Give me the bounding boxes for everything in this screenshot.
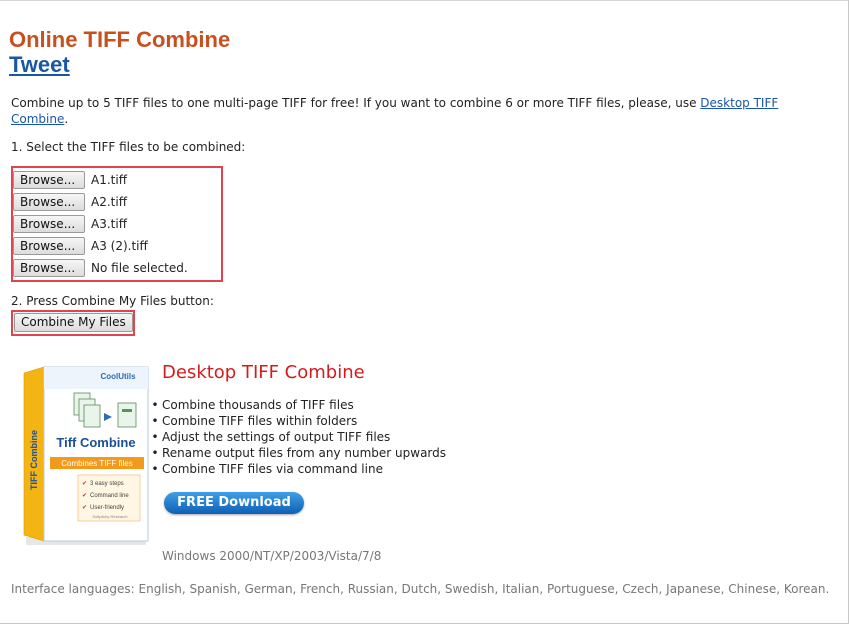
bullet-icon: •: [151, 462, 159, 476]
intro-body: Combine up to 5 TIFF files to one multi-…: [11, 96, 701, 110]
box-check-2: Command line: [90, 493, 129, 499]
file-name-1: A1.tiff: [91, 173, 127, 187]
bullet-icon: •: [151, 398, 159, 412]
box-footer: Softplicity Research: [92, 514, 127, 519]
file-name-5: No file selected.: [91, 261, 188, 275]
box-tagline: Combines TIFF files: [61, 459, 132, 468]
feature-item: • Adjust the settings of output TIFF file…: [148, 429, 446, 445]
browse-button-1[interactable]: Browse...: [13, 171, 85, 189]
intro-trailing: .: [64, 112, 69, 126]
step1-label: 1. Select the TIFF files to be combined:: [11, 140, 246, 154]
browse-button-5[interactable]: Browse...: [13, 259, 85, 277]
box-brand: CoolUtils: [100, 372, 136, 381]
file-row-5: Browse... No file selected.: [13, 258, 188, 278]
tweet-link[interactable]: Tweet: [9, 52, 70, 78]
svg-text:✔: ✔: [82, 504, 87, 511]
box-product-name: Tiff Combine: [56, 435, 135, 450]
interface-languages: Interface languages: English, Spanish, G…: [11, 582, 830, 596]
bullet-icon: •: [151, 430, 159, 444]
file-name-2: A2.tiff: [91, 195, 127, 209]
feature-list: • Combine thousands of TIFF files • Combin…: [148, 397, 446, 477]
bullet-icon: •: [151, 446, 159, 460]
box-check-1: 3 easy steps: [90, 481, 124, 487]
product-box-image[interactable]: TIFF Combine CoolUtils Tiff Combine Comb…: [22, 365, 150, 547]
box-check-3: User-friendly: [90, 505, 124, 511]
feature-item: • Combine TIFF files within folders: [148, 413, 446, 429]
page-title: Online TIFF Combine: [9, 27, 231, 52]
feature-item: • Combine thousands of TIFF files: [148, 397, 446, 413]
box-side-text: TIFF Combine: [29, 430, 39, 490]
intro-text: Combine up to 5 TIFF files to one multi-…: [11, 95, 791, 127]
browse-button-4[interactable]: Browse...: [13, 237, 85, 255]
promo-title: Desktop TIFF Combine: [162, 362, 365, 383]
bullet-icon: •: [151, 414, 159, 428]
os-compatibility: Windows 2000/NT/XP/2003/Vista/7/8: [162, 549, 382, 563]
file-row-3: Browse... A3.tiff: [13, 214, 127, 234]
file-name-4: A3 (2).tiff: [91, 239, 148, 253]
file-row-2: Browse... A2.tiff: [13, 192, 127, 212]
step2-label: 2. Press Combine My Files button:: [11, 294, 214, 308]
svg-text:✔: ✔: [82, 480, 87, 487]
file-row-1: Browse... A1.tiff: [13, 170, 127, 190]
browse-button-3[interactable]: Browse...: [13, 215, 85, 233]
file-name-3: A3.tiff: [91, 217, 127, 231]
feature-item: • Combine TIFF files via command line: [148, 461, 446, 477]
browse-button-2[interactable]: Browse...: [13, 193, 85, 211]
combine-my-files-button[interactable]: Combine My Files: [14, 313, 133, 332]
file-row-4: Browse... A3 (2).tiff: [13, 236, 148, 256]
feature-item: • Rename output files from any number upw…: [148, 445, 446, 461]
free-download-button[interactable]: FREE Download: [164, 492, 304, 514]
svg-text:✔: ✔: [82, 492, 87, 499]
